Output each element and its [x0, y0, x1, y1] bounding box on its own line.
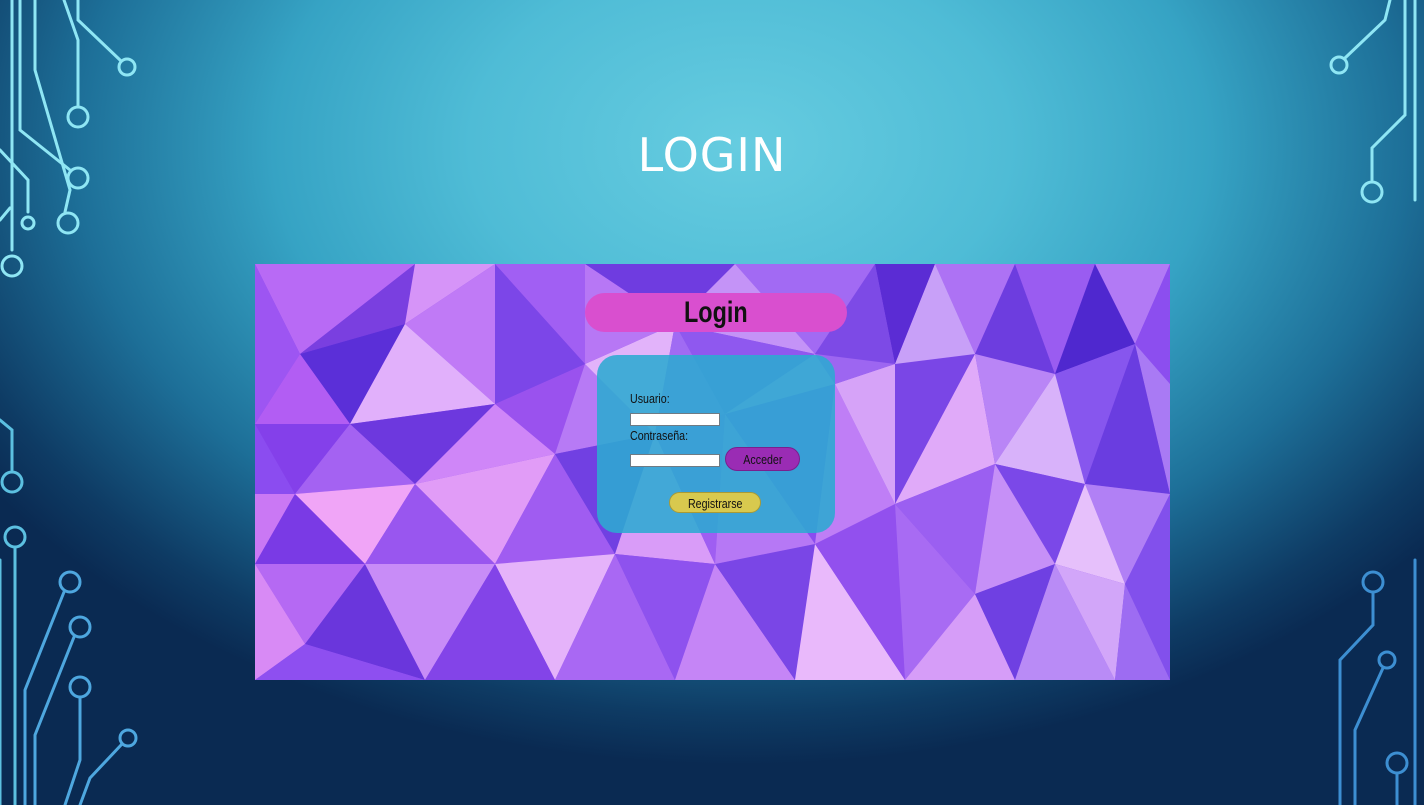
- app-screenshot: Login Usuario: Contraseña: Acceder Regis…: [255, 264, 1170, 680]
- login-header-title: Login: [684, 296, 748, 329]
- acceder-button-label: Acceder: [742, 452, 783, 467]
- username-input[interactable]: [630, 413, 720, 426]
- password-label: Contraseña:: [630, 428, 689, 443]
- login-form: Usuario: Contraseña: Acceder Registrarse: [597, 355, 835, 533]
- username-label: Usuario:: [630, 391, 670, 406]
- slide-title: LOGIN: [637, 128, 787, 182]
- registrarse-button-label: Registrarse: [687, 496, 743, 511]
- registrarse-button[interactable]: Registrarse: [669, 492, 761, 513]
- login-header: Login: [585, 293, 847, 332]
- password-input[interactable]: [630, 454, 720, 467]
- acceder-button[interactable]: Acceder: [725, 447, 800, 471]
